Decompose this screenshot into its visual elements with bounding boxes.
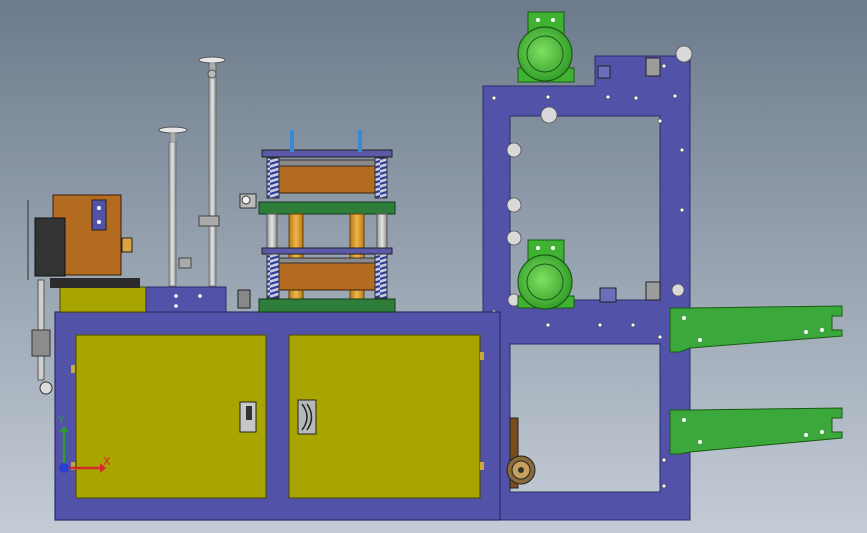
axis-z-dot xyxy=(59,463,69,473)
left-table-top xyxy=(50,278,140,288)
main-cabinet xyxy=(54,311,501,521)
axis-y-label: Y xyxy=(58,414,65,427)
left-table-plate xyxy=(145,286,227,313)
machine-drawing xyxy=(0,0,867,533)
cad-viewport[interactable]: X Y xyxy=(0,0,867,533)
left-table xyxy=(59,286,149,313)
axis-x-label: X xyxy=(103,455,111,468)
